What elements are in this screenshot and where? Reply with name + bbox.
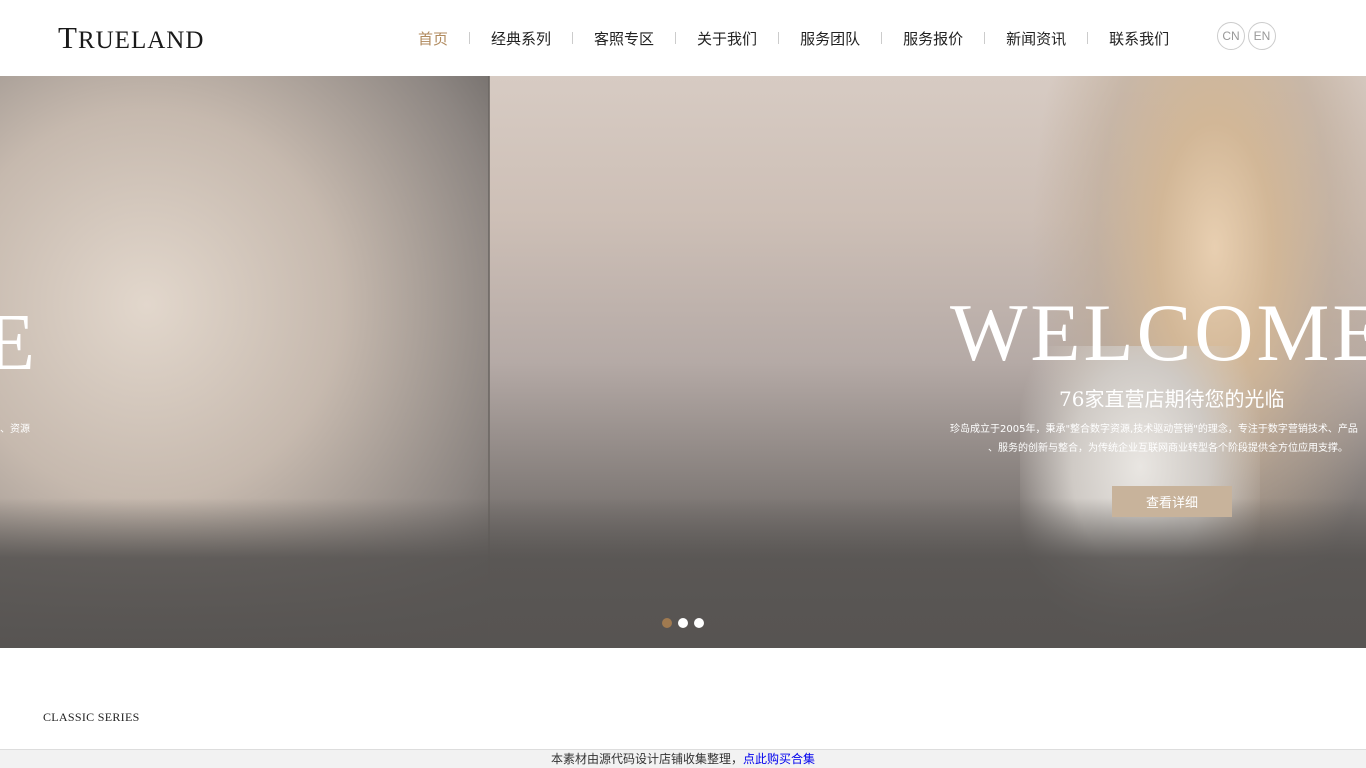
slider-dot-3[interactable] <box>694 618 704 628</box>
nav-contact-us[interactable]: 联系我们 <box>1095 28 1183 49</box>
nav-separator <box>881 32 883 44</box>
nav-client-photos[interactable]: 客照专区 <box>580 28 668 49</box>
nav-separator <box>984 32 986 44</box>
notice-text: 本素材由源代码设计店铺收集整理， <box>550 752 743 766</box>
slider-pagination <box>662 618 704 628</box>
nav-separator <box>1087 32 1089 44</box>
nav-separator <box>675 32 677 44</box>
logo-initial: T <box>58 20 78 55</box>
banner-heading: WELCOME <box>950 287 1366 378</box>
slider-dot-1[interactable] <box>662 618 672 628</box>
nav-service-team[interactable]: 服务团队 <box>786 28 874 49</box>
source-notice-bar: 本素材由源代码设计店铺收集整理，点此购买合集 <box>0 749 1366 768</box>
nav-separator <box>469 32 471 44</box>
banner-subtitle: 76家直营店期待您的光临 <box>1059 387 1285 411</box>
logo[interactable]: TRUELAND <box>58 20 204 56</box>
site-header: TRUELAND 首页 经典系列 客照专区 关于我们 服务团队 服务报价 新闻资… <box>0 0 1366 76</box>
previous-slide-text: 、资源 <box>0 424 30 435</box>
nav-about-us[interactable]: 关于我们 <box>683 28 771 49</box>
section-label: CLASSIC SERIES <box>43 710 140 724</box>
lang-en-button[interactable]: EN <box>1248 22 1276 50</box>
slider-dot-2[interactable] <box>678 618 688 628</box>
banner-description-line: 珍岛成立于2005年，秉承"整合数字资源,技术驱动营销"的理念，专注于数字营销技… <box>950 424 1358 435</box>
banner-description-line: 、服务的创新与整合，为传统企业互联网商业转型各个阶段提供全方位应用支撑。 <box>988 443 1348 454</box>
nav-separator <box>572 32 574 44</box>
logo-text: RUELAND <box>77 27 205 54</box>
previous-slide-heading: E <box>0 299 37 387</box>
nav-separator <box>778 32 780 44</box>
nav-news[interactable]: 新闻资讯 <box>992 28 1080 49</box>
view-details-button[interactable]: 查看详细 <box>1112 486 1232 517</box>
buy-collection-link[interactable]: 点此购买合集 <box>743 752 815 766</box>
lang-cn-button[interactable]: CN <box>1217 22 1245 50</box>
nav-home[interactable]: 首页 <box>404 28 462 49</box>
nav-pricing[interactable]: 服务报价 <box>889 28 977 49</box>
hero-banner: E 、资源 WELCOME 76家直营店期待您的光临 珍岛成立于2005年，秉承… <box>0 76 1366 648</box>
banner-description: 珍岛成立于2005年，秉承"整合数字资源,技术驱动营销"的理念，专注于数字营销技… <box>950 420 1366 458</box>
main-nav: 首页 经典系列 客照专区 关于我们 服务团队 服务报价 新闻资讯 联系我们 <box>404 28 1183 48</box>
nav-classic-series[interactable]: 经典系列 <box>477 28 565 49</box>
